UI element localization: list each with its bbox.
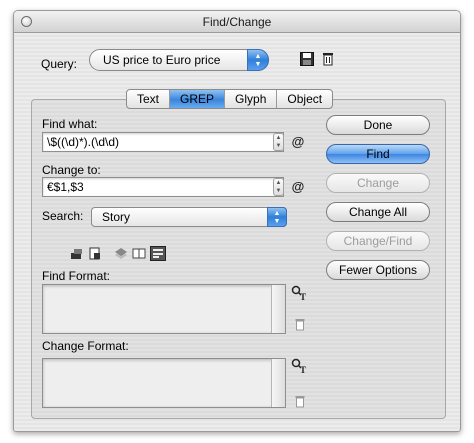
find-what-label: Find what: (42, 117, 98, 131)
query-label: Query: (41, 57, 78, 71)
svg-text:T: T (300, 292, 306, 301)
trash-query-icon[interactable] (320, 51, 336, 67)
mode-tabs: Text GREP Glyph Object (126, 89, 334, 109)
change-to-field[interactable]: €$1,$3 (42, 177, 284, 197)
search-label: Search: (42, 209, 84, 223)
include-footnotes-icon[interactable] (150, 246, 166, 261)
clear-change-format-icon[interactable] (293, 394, 307, 408)
find-history-stepper[interactable]: ▲ ▼ (273, 133, 284, 151)
change-history-stepper[interactable]: ▲ ▼ (273, 178, 284, 196)
find-change-window: Find/Change Query: US price to Euro pric… (13, 10, 461, 432)
find-format-box[interactable] (42, 284, 286, 334)
tab-grep[interactable]: GREP (169, 90, 225, 108)
find-special-characters-icon[interactable]: @ (290, 133, 306, 151)
change-format-label: Change Format: (42, 339, 129, 353)
fewer-options-button[interactable]: Fewer Options (326, 260, 430, 280)
query-selected-value: US price to Euro price (103, 53, 221, 67)
svg-text:T: T (300, 365, 306, 374)
query-select[interactable]: US price to Euro price ▲ ▼ (89, 49, 269, 71)
change-special-characters-icon[interactable]: @ (290, 178, 306, 196)
find-format-label: Find Format: (42, 269, 111, 283)
save-query-icon[interactable] (299, 51, 315, 67)
change-all-button[interactable]: Change All (326, 202, 430, 222)
specify-change-format-icon[interactable]: T (291, 358, 307, 374)
tab-object[interactable]: Object (276, 90, 332, 108)
done-button[interactable]: Done (326, 115, 430, 135)
find-button[interactable]: Find (326, 144, 430, 164)
include-master-pages-icon[interactable] (132, 247, 146, 260)
popup-arrows-icon: ▲ ▼ (247, 49, 269, 71)
include-locked-stories-icon[interactable] (88, 247, 102, 260)
title-bar[interactable]: Find/Change (14, 11, 460, 33)
tab-glyph[interactable]: Glyph (224, 90, 276, 108)
find-format-scrollbar[interactable] (271, 285, 285, 333)
search-scope-value: Story (102, 210, 131, 224)
change-format-box[interactable] (42, 358, 286, 408)
change-format-scrollbar[interactable] (271, 359, 285, 407)
window-title: Find/Change (202, 15, 272, 29)
change-find-button[interactable]: Change/Find (326, 231, 430, 251)
popup-arrows-icon: ▲ ▼ (267, 207, 287, 227)
change-to-label: Change to: (42, 163, 101, 177)
include-locked-layers-icon[interactable] (70, 247, 84, 260)
include-hidden-layers-icon[interactable] (114, 247, 128, 260)
search-scope-select[interactable]: Story ▲ ▼ (91, 207, 287, 227)
tab-text[interactable]: Text (127, 90, 169, 108)
change-button[interactable]: Change (326, 173, 430, 193)
find-what-field[interactable]: \$((\d)*).(\d\d) (42, 132, 284, 152)
specify-find-format-icon[interactable]: T (291, 285, 307, 301)
clear-find-format-icon[interactable] (293, 317, 307, 331)
